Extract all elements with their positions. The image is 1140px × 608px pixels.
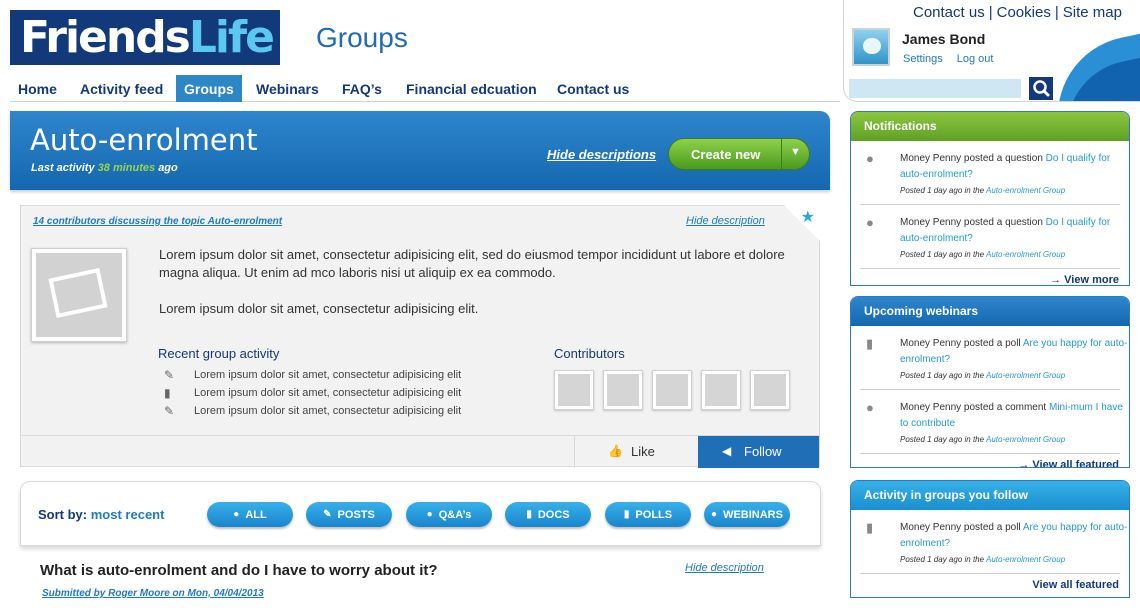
friends-life-logo[interactable]: FriendsLife xyxy=(10,10,280,65)
main-nav: Home Activity feed Groups Webinars FAQ’s… xyxy=(10,75,840,102)
contributor-avatar[interactable] xyxy=(603,370,643,410)
post-title[interactable]: What is auto-enrolment and do I have to … xyxy=(40,562,438,579)
bar-chart-icon: ▮ xyxy=(623,509,630,520)
group-image xyxy=(31,248,127,342)
filter-docs-button[interactable]: ▮ DOCS xyxy=(505,502,591,527)
filter-all-button[interactable]: ● ALL xyxy=(207,502,293,527)
nav-faqs[interactable]: FAQ’s xyxy=(334,75,390,102)
piggy-bank-icon xyxy=(863,38,881,54)
site-map-link[interactable]: Site map xyxy=(1063,4,1122,21)
sort-value[interactable]: most recent xyxy=(91,507,165,522)
chevron-down-icon[interactable]: ▼ xyxy=(790,146,801,158)
view-all-featured-link[interactable]: View all featured xyxy=(851,574,1129,596)
notifications-panel: Notifications ● Money Penny posted a que… xyxy=(850,111,1130,286)
list-item[interactable]: ✎ Lorem ipsum dolor sit amet, consectetur… xyxy=(164,402,461,420)
contributor-avatar[interactable] xyxy=(701,370,741,410)
activity-panel: Activity in groups you follow ▮ Money Pe… xyxy=(850,480,1130,598)
hide-descriptions-link[interactable]: Hide descriptions xyxy=(547,147,656,162)
nav-webinars[interactable]: Webinars xyxy=(248,75,327,102)
filter-webinars-button[interactable]: ● WEBINARS xyxy=(704,502,790,527)
panel-title: Activity in groups you follow xyxy=(851,481,1129,510)
follow-button[interactable]: ◀ Follow xyxy=(698,436,819,468)
filter-polls-button[interactable]: ▮ POLLS xyxy=(605,502,691,527)
star-icon[interactable]: ★ xyxy=(801,207,815,227)
list-item[interactable]: ▮ Money Penny posted a poll Are you happ… xyxy=(860,326,1127,390)
like-button[interactable]: 👍 Like xyxy=(574,436,697,468)
contributors-title: Contributors xyxy=(554,346,625,361)
search-input[interactable] xyxy=(849,79,1021,98)
contact-us-link[interactable]: Contact us xyxy=(913,4,985,21)
qa-icon: ● xyxy=(426,509,433,520)
contributor-avatar[interactable] xyxy=(652,370,692,410)
list-item[interactable]: ● Money Penny posted a question Do I qua… xyxy=(860,205,1120,269)
list-item[interactable]: ● Money Penny posted a comment Mini-mum … xyxy=(860,390,1123,454)
user-links: Settings Log out xyxy=(903,53,1007,65)
contributor-avatar[interactable] xyxy=(554,370,594,410)
create-new-label: Create new xyxy=(691,147,761,162)
avatar[interactable] xyxy=(852,28,890,66)
document-icon: ▮ xyxy=(164,386,171,400)
search-icon xyxy=(1033,80,1050,97)
view-more-link[interactable]: → View more xyxy=(851,269,1129,285)
document-icon: ▮ xyxy=(526,509,532,520)
nav-contact-us[interactable]: Contact us xyxy=(549,75,637,102)
recent-activity-title: Recent group activity xyxy=(158,346,280,361)
card-actions: 👍 Like ◀ Follow xyxy=(21,435,819,468)
nav-activity-feed[interactable]: Activity feed xyxy=(72,75,171,102)
contributors-list xyxy=(554,370,799,410)
pencil-icon: ✎ xyxy=(323,509,332,520)
logout-link[interactable]: Log out xyxy=(957,53,994,65)
group-description-card: 14 contributors discussing the topic Aut… xyxy=(20,205,820,468)
description-paragraph: Lorem ipsum dolor sit amet, consectetur … xyxy=(159,301,479,316)
panel-title: Upcoming webinars xyxy=(851,297,1129,326)
pencil-icon: ✎ xyxy=(164,404,175,418)
utility-links: Contact us | Cookies | Site map xyxy=(913,4,1122,21)
post-hide-description-link[interactable]: Hide description xyxy=(685,562,764,574)
section-title: Groups xyxy=(316,22,408,53)
webinars-panel: Upcoming webinars ▮ Money Penny posted a… xyxy=(850,296,1130,468)
recent-activity-list: ✎ Lorem ipsum dolor sit amet, consectetur… xyxy=(164,366,461,420)
create-new-button[interactable]: Create new ▼ xyxy=(668,138,810,170)
contributors-link[interactable]: 14 contributors discussing the topic Aut… xyxy=(33,216,282,227)
list-item[interactable]: ✎ Lorem ipsum dolor sit amet, consectetur… xyxy=(164,366,461,384)
list-item[interactable]: ▮ Money Penny posted a poll Are you happ… xyxy=(860,510,1127,574)
hide-description-link[interactable]: Hide description xyxy=(686,215,765,227)
last-activity: Last activity 38 minutes ago xyxy=(31,162,178,174)
user-name: James Bond xyxy=(902,31,986,47)
cookies-link[interactable]: Cookies xyxy=(997,4,1051,21)
settings-link[interactable]: Settings xyxy=(903,53,943,65)
question-icon: ● xyxy=(866,215,874,230)
list-item[interactable]: ▮ Lorem ipsum dolor sit amet, consectetur… xyxy=(164,384,461,402)
description-paragraph: Lorem ipsum dolor sit amet, consectetur … xyxy=(159,247,785,280)
sort-label: Sort by: most recent xyxy=(38,507,165,522)
page-title: Auto-enrolment xyxy=(30,123,258,157)
contributor-avatar[interactable] xyxy=(750,370,790,410)
list-item[interactable]: ● Money Penny posted a question Do I qua… xyxy=(860,141,1120,205)
thumbs-up-icon: 👍 xyxy=(608,444,623,458)
nav-groups[interactable]: Groups xyxy=(176,75,242,102)
nav-home[interactable]: Home xyxy=(10,75,65,102)
bar-chart-icon: ▮ xyxy=(866,520,874,535)
post-meta[interactable]: Submitted by Roger Moore on Mon, 04/04/2… xyxy=(42,588,264,599)
comment-icon: ● xyxy=(866,400,874,415)
speech-bubble-icon: ● xyxy=(233,509,240,520)
panel-title: Notifications xyxy=(851,112,1129,141)
group-banner: Auto-enrolment Last activity 38 minutes … xyxy=(10,111,830,190)
view-all-featured-link[interactable]: → View all featured xyxy=(851,454,1129,467)
photo-placeholder-icon xyxy=(48,268,108,318)
sort-bar: Sort by: most recent ● ALL ✎ POSTS ● Q&A’s … xyxy=(20,481,821,546)
group-description: Lorem ipsum dolor sit amet, consectetur … xyxy=(159,246,799,336)
filter-posts-button[interactable]: ✎ POSTS xyxy=(306,502,392,527)
nav-financial-education[interactable]: Financial edcuation xyxy=(398,75,545,102)
people-icon: ● xyxy=(711,509,718,520)
question-icon: ● xyxy=(866,151,874,166)
bar-chart-icon: ▮ xyxy=(866,336,874,351)
button-divider xyxy=(781,139,782,169)
megaphone-icon: ◀ xyxy=(722,444,732,458)
filter-qa-button[interactable]: ● Q&A’s xyxy=(406,502,492,527)
search-button[interactable] xyxy=(1029,77,1053,100)
pencil-icon: ✎ xyxy=(164,368,175,382)
